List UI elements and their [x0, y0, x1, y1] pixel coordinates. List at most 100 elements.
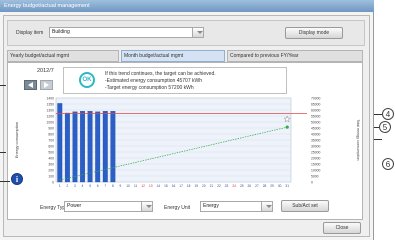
x-tick-label: 16 — [172, 184, 176, 188]
prev-month-button[interactable] — [24, 80, 37, 90]
x-tick-label: 15 — [164, 184, 168, 188]
energy-chart: 1400135013001200100090080070060050040030… — [14, 97, 360, 189]
callout-6: 6 — [382, 158, 394, 170]
x-tick-label: 31 — [285, 184, 289, 188]
y-tick-label: 1000 — [46, 121, 54, 125]
target-consumption: -Target energy consumption 57200 kWh — [105, 85, 194, 91]
callout-4: 4 — [382, 108, 394, 120]
y2-tick-label: 50000 — [311, 121, 321, 125]
bar — [80, 111, 85, 183]
estimate-endpoint — [285, 125, 289, 129]
y-tick-label: 400 — [48, 157, 54, 161]
y2-tick-label: 45000 — [311, 127, 321, 131]
x-tick-label: 10 — [126, 184, 130, 188]
y2-tick-label: 15000 — [311, 163, 321, 167]
x-tick-label: 30 — [278, 184, 282, 188]
y-tick-label: 600 — [48, 145, 54, 149]
y-tick-label: 1200 — [46, 115, 54, 119]
left-leader-3 — [0, 181, 10, 182]
tab-monthly[interactable]: Month budget/actual mgmt — [121, 50, 225, 62]
left-leader-2 — [0, 152, 6, 153]
x-tick-label: 1 — [59, 184, 61, 188]
callout-5: 5 — [379, 121, 391, 133]
y-tick-label: 1400 — [46, 97, 54, 101]
x-tick-label: 24 — [232, 184, 236, 188]
x-tick-label: 18 — [187, 184, 191, 188]
bar — [87, 111, 93, 183]
y2-tick-label: 20000 — [311, 157, 321, 161]
y2-tick-label: 35000 — [311, 139, 321, 143]
info-icon[interactable]: i — [11, 173, 23, 185]
x-tick-label: 3 — [74, 184, 76, 188]
sub-act-set-button[interactable]: Sub/Act set — [281, 200, 329, 212]
y2-axis-title: Total energy consumption — [356, 120, 360, 161]
callout-margin: 4 5 6 — [374, 0, 395, 240]
y-tick-label: 200 — [48, 169, 54, 173]
ok-status-icon: OK — [79, 72, 95, 88]
y2-tick-label: 65000 — [311, 103, 321, 107]
x-tick-label: 25 — [240, 184, 244, 188]
energy-type-dropdown-button[interactable] — [141, 201, 153, 212]
y-tick-label: 700 — [48, 139, 54, 143]
estimated-consumption: -Estimated energy consumption 45707 kWh — [105, 78, 202, 84]
y2-tick-label: 5000 — [311, 175, 319, 179]
energy-unit-label: Energy Unit — [164, 205, 191, 211]
energy-type-select[interactable]: Power — [64, 201, 142, 212]
next-month-button[interactable] — [40, 80, 53, 90]
callout-4-leader — [374, 114, 382, 115]
x-tick-label: 22 — [217, 184, 221, 188]
x-tick-label: 13 — [149, 184, 153, 188]
left-arrow-icon — [28, 82, 33, 88]
y-tick-label: 500 — [48, 151, 54, 155]
energy-window: Energy budget/actual management Display … — [0, 0, 374, 240]
y2-tick-label: 10000 — [311, 169, 321, 173]
status-message: If this trend continues, the target can … — [105, 71, 216, 77]
bar — [72, 111, 78, 183]
x-tick-label: 14 — [157, 184, 161, 188]
y2-tick-label: 25000 — [311, 151, 321, 155]
y-tick-label: 0 — [52, 181, 54, 185]
x-tick-label: 4 — [82, 184, 84, 188]
energy-unit-select[interactable]: Energy — [200, 201, 262, 212]
x-tick-label: 6 — [97, 184, 99, 188]
display-item-label: Display item — [16, 30, 44, 36]
y2-tick-label: 70000 — [311, 97, 321, 101]
bar — [102, 111, 108, 183]
y2-tick-label: 40000 — [311, 133, 321, 137]
display-item-dropdown-button[interactable] — [192, 27, 204, 38]
y-tick-label: 300 — [48, 163, 54, 167]
tab-yearly[interactable]: Yearly budget/actual mgmt — [7, 50, 119, 62]
close-button[interactable]: Close — [323, 222, 361, 234]
window-title: Energy budget/actual management — [0, 0, 374, 12]
tab-compared[interactable]: Compared to previous FY/Year — [227, 50, 363, 62]
x-tick-label: 26 — [248, 184, 252, 188]
y-tick-label: 800 — [48, 133, 54, 137]
x-tick-label: 9 — [120, 184, 122, 188]
x-tick-label: 28 — [263, 184, 267, 188]
y2-tick-label: 30000 — [311, 145, 321, 149]
x-tick-label: 5 — [89, 184, 91, 188]
x-tick-label: 23 — [225, 184, 229, 188]
energy-unit-dropdown-button[interactable] — [261, 201, 273, 212]
y-tick-label: 1300 — [46, 109, 54, 113]
y2-tick-label: 0 — [311, 181, 313, 185]
x-tick-label: 12 — [141, 184, 145, 188]
bar — [64, 112, 70, 183]
bar — [57, 103, 63, 183]
x-tick-label: 8 — [112, 184, 114, 188]
x-tick-label: 21 — [210, 184, 214, 188]
bar — [110, 111, 116, 183]
right-arrow-icon — [44, 82, 49, 88]
x-tick-label: 20 — [202, 184, 206, 188]
y2-tick-label: 55000 — [311, 115, 321, 119]
y-tick-label: 900 — [48, 127, 54, 131]
x-tick-label: 29 — [270, 184, 274, 188]
x-tick-label: 19 — [194, 184, 198, 188]
x-tick-label: 7 — [104, 184, 106, 188]
display-item-select[interactable]: Building — [49, 27, 193, 38]
period-label: 2012/7 — [37, 68, 54, 74]
y2-tick-label: 60000 — [311, 109, 321, 113]
x-tick-label: 27 — [255, 184, 259, 188]
y-axis-title: Energy consumption — [14, 122, 19, 158]
display-mode-button[interactable]: Display mode — [285, 27, 343, 39]
